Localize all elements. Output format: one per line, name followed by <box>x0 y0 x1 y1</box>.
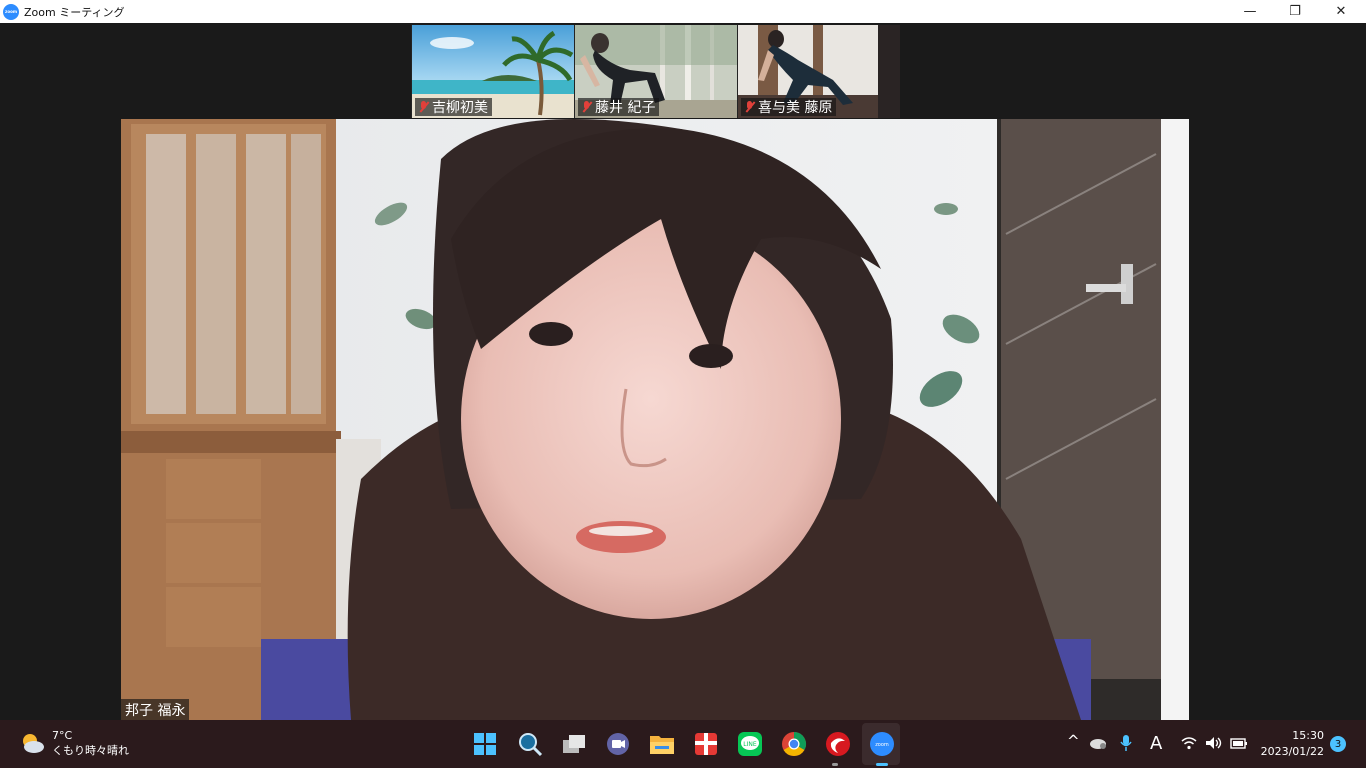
speaker-video-frame <box>121 119 1189 720</box>
notification-badge[interactable]: 3 <box>1330 736 1346 752</box>
line-app-icon[interactable]: LINE <box>735 729 765 759</box>
zoom-logo-icon: zoom <box>3 3 19 20</box>
participant-name-tag: 喜与美 藤原 <box>741 98 837 116</box>
participant-name: 藤井 紀子 <box>595 100 656 116</box>
microphone-icon[interactable] <box>1119 734 1133 756</box>
participant-tile[interactable]: 吉柳初美 <box>412 25 574 118</box>
muted-mic-icon <box>581 101 593 113</box>
participant-name: 喜与美 藤原 <box>758 100 833 116</box>
muted-mic-icon <box>744 101 756 113</box>
zoom-app-label: zoom <box>875 742 889 748</box>
windows-start-icon[interactable] <box>470 729 500 759</box>
cloudy-sun-icon <box>23 734 44 753</box>
chrome-icon[interactable] <box>779 729 809 759</box>
window-title: Zoom ミーティング <box>24 5 125 19</box>
system-clock[interactable]: 15:30 2023/01/22 <box>1258 728 1324 760</box>
meeting-stage: 吉柳初美 藤井 紀子 喜与美 藤原 邦子 福永 <box>0 23 1366 720</box>
show-hidden-icons-chevron[interactable]: ^ <box>1067 732 1080 750</box>
participant-tile[interactable]: 喜与美 藤原 <box>738 25 900 118</box>
weather-temperature: 7°C <box>52 729 73 742</box>
participant-thumbnail-strip: 吉柳初美 藤井 紀子 喜与美 藤原 <box>411 25 900 118</box>
zoom-app-icon[interactable]: zoom <box>867 729 897 759</box>
gift-app-icon[interactable] <box>691 729 721 759</box>
wifi-icon[interactable] <box>1181 736 1197 754</box>
participant-name-tag: 吉柳初美 <box>415 98 492 116</box>
battery-icon[interactable] <box>1230 736 1248 754</box>
weather-condition: くもり時々晴れ <box>52 744 129 757</box>
teams-chat-icon[interactable] <box>603 729 633 759</box>
close-button[interactable]: ✕ <box>1318 0 1364 23</box>
line-app-label: LINE <box>743 741 757 748</box>
participant-tile[interactable]: 藤井 紀子 <box>575 25 737 118</box>
task-view-icon[interactable] <box>559 729 589 759</box>
ime-mode-indicator[interactable]: A <box>1150 733 1162 754</box>
muted-mic-icon <box>418 101 430 113</box>
active-speaker-name-tag: 邦子 福永 <box>121 699 190 720</box>
clock-time: 15:30 <box>1292 729 1324 742</box>
file-explorer-icon[interactable] <box>647 729 677 759</box>
trend-micro-icon[interactable] <box>823 729 853 759</box>
clock-date: 2023/01/22 <box>1260 745 1324 758</box>
participant-name-tag: 藤井 紀子 <box>578 98 660 116</box>
participant-name: 吉柳初美 <box>432 100 488 116</box>
trend-running-indicator <box>832 763 838 766</box>
onedrive-icon[interactable] <box>1089 736 1107 754</box>
volume-icon[interactable] <box>1205 736 1223 754</box>
windows-taskbar: 7°C くもり時々晴れ LINE zoom ^ A 15:30 2023/01/… <box>0 720 1366 768</box>
restore-button[interactable]: ❐ <box>1272 0 1318 23</box>
zoom-running-indicator <box>876 763 888 766</box>
window-titlebar: zoom Zoom ミーティング — ❐ ✕ <box>0 0 1366 23</box>
weather-widget[interactable]: 7°C くもり時々晴れ <box>20 728 129 758</box>
active-speaker-video[interactable]: 邦子 福永 <box>121 119 1189 720</box>
minimize-button[interactable]: — <box>1227 0 1273 23</box>
search-icon[interactable] <box>515 729 545 759</box>
